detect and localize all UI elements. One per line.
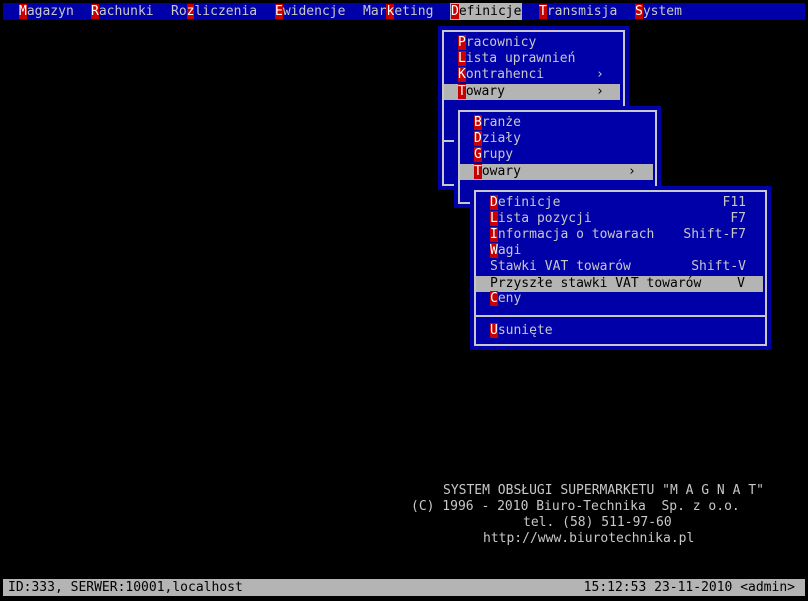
- menu-bar: Magazyn Rachunki Rozliczenia Ewidencje M…: [3, 3, 805, 20]
- menu1-item-towary[interactable]: Towary ›: [444, 84, 620, 100]
- menu3-item-stawki-vat[interactable]: Stawki VAT towarów Shift-V: [490, 259, 750, 275]
- menu3-item-ceny[interactable]: Ceny: [490, 291, 750, 307]
- menu3-item-przyszle-stawki[interactable]: Przyszłe stawki VAT towarów V: [476, 276, 763, 292]
- hotkey: K: [458, 67, 466, 82]
- menu3-item-informacja[interactable]: Informacja o towarach Shift-F7: [490, 227, 750, 243]
- hotkey: T: [474, 164, 482, 179]
- item-label: ontrahenci: [465, 67, 545, 82]
- hotkey: L: [458, 51, 466, 66]
- hotkey: L: [490, 211, 498, 226]
- item-label: ranże: [481, 115, 521, 130]
- towary-items-submenu: Definicje F11 Lista pozycji F7 Informacja …: [470, 186, 771, 350]
- hotkey: U: [490, 323, 498, 338]
- separator: [476, 315, 765, 317]
- menu3-item-usuniete[interactable]: Usunięte: [490, 323, 750, 339]
- menu-label: widencje: [282, 4, 346, 19]
- menu-rozliczenia[interactable]: Rozliczenia: [170, 3, 258, 20]
- shortcut: F11: [722, 195, 746, 210]
- hotkey: R: [91, 4, 99, 19]
- menu-marketing[interactable]: Marketing: [362, 3, 434, 20]
- hotkey: T: [539, 4, 547, 19]
- menu3-item-wagi[interactable]: Wagi: [490, 243, 750, 259]
- shortcut: Shift-F7: [683, 227, 746, 242]
- item-label: eny: [497, 291, 522, 306]
- item-label: ziały: [481, 131, 521, 146]
- menu-label: efinicje: [458, 4, 522, 19]
- copyright: (C) 1996 - 2010 Biuro-Technika Sp. z o.o…: [411, 499, 740, 514]
- menu-label: Mar: [363, 4, 387, 19]
- hotkey: D: [451, 4, 459, 19]
- menu3-item-lista-pozycji[interactable]: Lista pozycji F7: [490, 211, 750, 227]
- item-label: nformacja o towarach: [497, 227, 655, 242]
- item-label: racownicy: [465, 35, 537, 50]
- menu-transmisja[interactable]: Transmisja: [538, 3, 618, 20]
- menu1-item-pracownicy[interactable]: Pracownicy: [458, 35, 536, 51]
- hotkey: W: [490, 243, 498, 258]
- hotkey: M: [19, 4, 27, 19]
- menu1-item-kontrahenci[interactable]: Kontrahenci ›: [458, 67, 608, 83]
- item-label: owary: [465, 84, 505, 99]
- shortcut: F7: [730, 211, 746, 226]
- menu-label: achunki: [98, 4, 154, 19]
- menu2-item-grupy[interactable]: Grupy: [474, 147, 513, 163]
- hotkey: S: [635, 4, 643, 19]
- item-label: ista pozycji: [497, 211, 592, 226]
- hotkey: P: [458, 35, 466, 50]
- menu-label: liczenia: [194, 4, 258, 19]
- menu3-item-definicje[interactable]: Definicje F11: [490, 195, 750, 211]
- hotkey: I: [490, 227, 498, 242]
- menu2-item-branze[interactable]: Branże: [474, 115, 521, 131]
- menu-ewidencje[interactable]: Ewidencje: [274, 3, 346, 20]
- menu-label: ransmisja: [546, 4, 618, 19]
- item-label: owary: [481, 164, 521, 179]
- phone: tel. (58) 511-97-60: [523, 515, 672, 530]
- menu-label: ystem: [642, 4, 682, 19]
- hotkey: G: [474, 147, 482, 162]
- website-link: http://www.biurotechnika.pl: [483, 531, 695, 546]
- shortcut: V: [737, 276, 745, 291]
- hotkey: E: [275, 4, 283, 19]
- submenu-arrow-icon: ›: [596, 84, 604, 99]
- submenu-arrow-icon: ›: [628, 164, 636, 179]
- item-label: efinicje: [497, 195, 561, 210]
- menu-rachunki[interactable]: Rachunki: [90, 3, 155, 20]
- menu-magazyn[interactable]: Magazyn: [18, 3, 75, 20]
- hotkey: T: [458, 84, 466, 99]
- hotkey: D: [474, 131, 482, 146]
- menu-system[interactable]: System: [634, 3, 683, 20]
- menu-label: Ro: [171, 4, 187, 19]
- submenu-arrow-icon: ›: [596, 67, 604, 82]
- hotkey: D: [490, 195, 498, 210]
- menu1-item-lista-uprawnien[interactable]: Lista uprawnień: [458, 51, 575, 67]
- shortcut: Shift-V: [691, 259, 746, 274]
- menu2-item-dzialy[interactable]: Działy: [474, 131, 521, 147]
- menu2-item-towary[interactable]: Towary ›: [460, 164, 653, 180]
- item-label: Stawki VAT towarów: [490, 259, 631, 274]
- item-label: ista uprawnień: [465, 51, 576, 66]
- item-label: sunięte: [497, 323, 553, 338]
- hotkey: C: [490, 291, 498, 306]
- menu-label: agazyn: [26, 4, 74, 19]
- item-label: Przyszłe stawki VAT towarów: [490, 276, 702, 291]
- status-datetime-user: 15:12:53 23-11-2010 <admin>: [583, 580, 795, 595]
- item-label: agi: [497, 243, 522, 258]
- menu-definicje[interactable]: Definicje: [450, 3, 523, 20]
- status-bar: ID:333, SERWER:10001,localhost 15:12:53 …: [3, 579, 805, 596]
- menu-label: eting: [394, 4, 434, 19]
- hotkey: B: [474, 115, 482, 130]
- status-connection: ID:333, SERWER:10001,localhost: [8, 580, 243, 595]
- item-label: rupy: [481, 147, 514, 162]
- app-title: SYSTEM OBSŁUGI SUPERMARKETU "M A G N A T…: [443, 483, 764, 498]
